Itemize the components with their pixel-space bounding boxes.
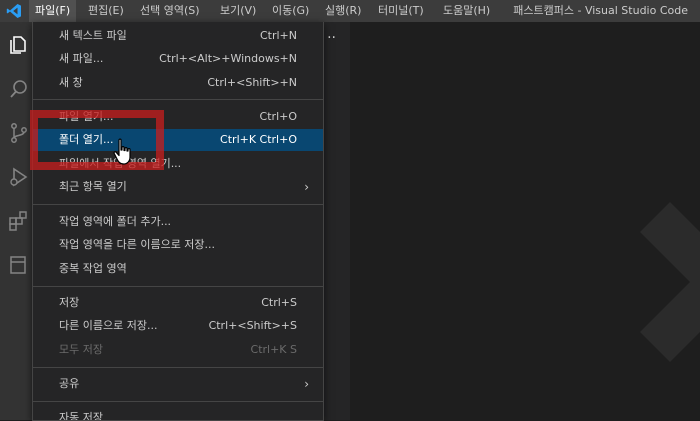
run-debug-icon[interactable] (8, 166, 30, 188)
chevron-right-icon: › (304, 180, 309, 194)
menu-help[interactable]: 도움말(H) (437, 0, 496, 22)
menu-item-label: 새 텍스트 파일 (59, 29, 127, 42)
menu-separator (33, 204, 323, 205)
menu-item-open-recent[interactable]: 최근 항목 열기 › (33, 176, 323, 198)
menu-run[interactable]: 실행(R) (319, 0, 367, 22)
remote-explorer-icon[interactable] (8, 254, 30, 276)
menu-item-label: 작업 영역에 폴더 추가... (59, 215, 172, 228)
menu-item-save-all: 모두 저장 Ctrl+K S (33, 339, 323, 361)
menu-item-new-text-file[interactable]: 새 텍스트 파일 Ctrl+N (33, 25, 323, 47)
menu-item-save-as[interactable]: 다른 이름으로 저장... Ctrl+<Shift>+S (33, 315, 323, 337)
menu-item-save-workspace-as[interactable]: 작업 영역을 다른 이름으로 저장... (33, 234, 323, 256)
editor-area (350, 22, 700, 420)
menu-item-label: 저장 (59, 296, 80, 309)
menu-view[interactable]: 보기(V) (214, 0, 262, 22)
menu-go[interactable]: 이동(G) (266, 0, 315, 22)
menu-separator (33, 367, 323, 368)
menu-item-add-folder-to-workspace[interactable]: 작업 영역에 폴더 추가... (33, 211, 323, 233)
menu-separator (33, 286, 323, 287)
menu-item-shortcut: Ctrl+<Shift>+S (208, 319, 297, 332)
menu-item-label: 공유 (59, 377, 80, 390)
menu-file[interactable]: 파일(F) (29, 0, 77, 22)
extensions-icon[interactable] (8, 210, 30, 232)
menu-edit[interactable]: 편집(E) (82, 0, 130, 22)
window-title: 패스트캠퍼스 - Visual Studio Code (513, 4, 688, 17)
menu-item-shortcut: Ctrl+K S (250, 343, 297, 356)
menu-item-shortcut: Ctrl+<Alt>+Windows+N (159, 52, 297, 65)
highlight-box (30, 110, 164, 170)
menu-item-label: 작업 영역을 다른 이름으로 저장... (59, 238, 216, 251)
menu-item-shortcut: Ctrl+K Ctrl+O (220, 133, 297, 146)
menu-separator (33, 99, 323, 100)
menu-item-save[interactable]: 저장 Ctrl+S (33, 292, 323, 314)
vscode-watermark-icon (640, 202, 700, 362)
menu-item-label: 모두 저장 (59, 343, 103, 356)
menu-item-share[interactable]: 공유 › (33, 373, 323, 395)
menu-item-shortcut: Ctrl+<Shift>+N (207, 76, 297, 89)
source-control-icon[interactable] (8, 122, 30, 144)
vscode-logo-icon (6, 4, 21, 18)
menu-item-auto-save[interactable]: 자동 저장 (33, 407, 323, 421)
menu-item-label: 다른 이름으로 저장... (59, 319, 158, 332)
menu-selection[interactable]: 선택 영역(S) (134, 0, 206, 22)
more-actions-icon[interactable]: ·· (327, 30, 336, 46)
menu-item-shortcut: Ctrl+N (259, 29, 297, 42)
menu-item-label: 새 파일... (59, 52, 104, 65)
title-bar: 파일(F) 편집(E) 선택 영역(S) 보기(V) 이동(G) 실행(R) 터… (0, 0, 700, 22)
menu-item-duplicate-workspace[interactable]: 중복 작업 영역 (33, 258, 323, 280)
menu-item-label: 새 창 (59, 76, 83, 89)
menu-item-label: 중복 작업 영역 (59, 262, 127, 275)
menu-item-shortcut: Ctrl+O (259, 110, 297, 123)
menu-item-shortcut: Ctrl+S (261, 296, 297, 309)
hand-pointer-icon (113, 138, 131, 165)
search-icon[interactable] (8, 78, 30, 100)
file-menu: 새 텍스트 파일 Ctrl+N 새 파일... Ctrl+<Alt>+Windo… (32, 22, 324, 421)
menu-item-new-window[interactable]: 새 창 Ctrl+<Shift>+N (33, 72, 323, 94)
chevron-right-icon: › (304, 377, 309, 391)
menu-terminal[interactable]: 터미널(T) (372, 0, 430, 22)
menu-item-label: 자동 저장 (59, 411, 103, 421)
menu-item-new-file[interactable]: 새 파일... Ctrl+<Alt>+Windows+N (33, 48, 323, 70)
explorer-icon[interactable] (8, 34, 30, 56)
menu-separator (33, 401, 323, 402)
menu-item-label: 최근 항목 열기 (59, 180, 127, 193)
